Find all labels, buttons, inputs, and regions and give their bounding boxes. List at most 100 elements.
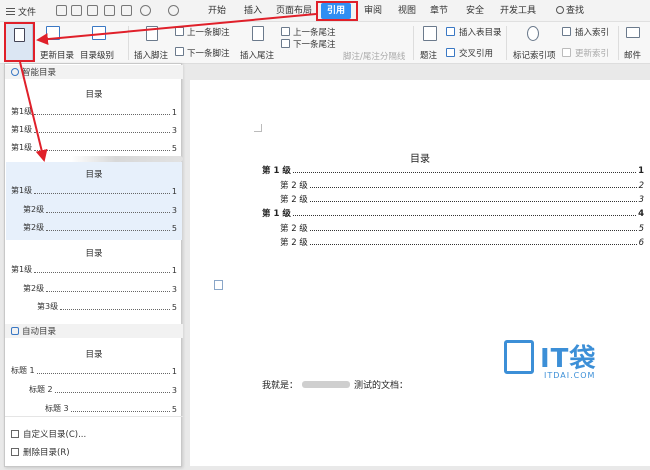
delete-toc-menu-item[interactable]: 删除目录(R) (11, 446, 70, 458)
insert-footnote-icon (146, 26, 158, 41)
update-index-icon (562, 48, 571, 57)
footnote-separator-button[interactable]: 脚注/尾注分隔线 (343, 50, 405, 62)
open-folder-icon[interactable] (56, 5, 67, 16)
tab-insert[interactable]: 插入 (244, 4, 262, 18)
doc-toc-line[interactable]: 第 2 级6 (280, 236, 644, 248)
smart-toc-header: 智能目录 (5, 65, 183, 79)
toc-style-3-line[interactable]: 第3级 5 (37, 302, 177, 312)
toc-highlight-frame (4, 22, 35, 62)
toc-level-icon (92, 26, 106, 40)
toc-style-3-line[interactable]: 第1级 1 (11, 265, 177, 275)
doc-toc-line[interactable]: 第 2 级2 (280, 179, 644, 191)
doc-toc-line[interactable]: 第 1 级1 (262, 164, 644, 176)
update-toc-icon (46, 26, 60, 40)
toc-style-1-line[interactable]: 第1级 3 (11, 125, 177, 135)
custom-toc-label: 自定义目录(C)... (23, 430, 87, 440)
mark-index-icon (527, 26, 539, 41)
paste-options-icon[interactable] (214, 280, 223, 290)
undo-icon[interactable] (140, 5, 151, 16)
insert-endnote-button[interactable]: 插入尾注 (240, 49, 274, 61)
mark-index-button[interactable]: 标记索引项 (513, 49, 556, 61)
toc-style-2-line[interactable]: 第1级 1 (11, 186, 177, 196)
toc-level-button[interactable]: 目录级别 (80, 49, 114, 61)
document-page[interactable]: 目录 第 1 级1 第 2 级2 第 2 级3 第 1 级4 第 2 级5 第 … (190, 80, 650, 466)
insert-endnote-icon (252, 26, 264, 41)
prev-endnote-button[interactable]: 上一条尾注 (293, 26, 336, 38)
next-endnote-button[interactable]: 下一条尾注 (293, 38, 336, 50)
toc-style-4-line[interactable]: 标题 23 (29, 385, 177, 395)
mail-icon (626, 27, 640, 38)
next-footnote-button[interactable]: 下一条脚注 (187, 47, 230, 59)
save-icon[interactable] (71, 5, 82, 16)
tab-review[interactable]: 审阅 (364, 4, 382, 18)
cross-reference-button[interactable]: 交叉引用 (459, 47, 493, 59)
delete-toc-icon (11, 448, 19, 456)
file-menu-label: 文件 (18, 7, 37, 18)
next-endnote-icon (281, 39, 290, 48)
file-menu[interactable]: 文件 (6, 4, 36, 18)
search-label: 查找 (566, 6, 585, 16)
auto-toc-icon (11, 327, 19, 335)
toc-style-3-title: 目录 (85, 249, 103, 259)
blurred-name (302, 381, 351, 388)
auto-toc-label: 自动目录 (22, 327, 57, 337)
tab-highlight-frame (316, 1, 358, 21)
watermark-logo-shape (504, 340, 534, 374)
redo-icon[interactable] (168, 5, 179, 16)
toc-style-1-title: 目录 (85, 90, 103, 100)
toc-style-1-line[interactable]: 第1级 5 (11, 143, 177, 153)
update-index-button[interactable]: 更新索引 (575, 47, 609, 59)
mail-button[interactable]: 邮件 (624, 49, 641, 61)
toc-style-4-line[interactable]: 标题 11 (11, 366, 177, 376)
toc-style-4-title: 目录 (85, 350, 103, 360)
update-toc-button[interactable]: 更新目录 (40, 49, 74, 61)
page-corner-mark (254, 124, 262, 132)
search-icon (556, 6, 564, 14)
print-icon[interactable] (104, 5, 115, 16)
insert-index-button[interactable]: 插入索引 (575, 26, 609, 38)
insert-table-toc-icon (446, 27, 455, 36)
prev-footnote-icon (175, 27, 184, 36)
watermark-logo-text: IT袋 (540, 344, 597, 374)
tab-chapter[interactable]: 章节 (430, 4, 448, 18)
toc-style-2-line[interactable]: 第2级 3 (23, 205, 177, 215)
tab-home[interactable]: 开始 (208, 4, 226, 18)
toc-style-2-title: 目录 (85, 170, 103, 180)
itdai-watermark: IT袋 ITDAI.COM (504, 338, 624, 384)
print-preview-icon[interactable] (121, 5, 132, 16)
doc-toc-line[interactable]: 第 2 级5 (280, 222, 644, 234)
custom-toc-icon (11, 430, 19, 438)
next-footnote-icon (175, 47, 184, 56)
tab-page-layout[interactable]: 页面布局 (276, 4, 312, 18)
insert-footnote-button[interactable]: 插入脚注 (134, 49, 168, 61)
toc-style-3-line[interactable]: 第2级 3 (23, 284, 177, 294)
toc-style-1-line[interactable]: 第1级 1 (11, 107, 177, 117)
toc-style-4-line[interactable]: 标题 35 (45, 404, 177, 414)
caption-icon (423, 26, 437, 41)
format-painter-icon[interactable] (87, 5, 98, 16)
insert-table-toc-button[interactable]: 插入表目录 (459, 26, 502, 38)
insert-index-icon (562, 27, 571, 36)
hamburger-icon (6, 7, 15, 15)
custom-toc-menu-item[interactable]: 自定义目录(C)... (11, 428, 86, 440)
doc-toc-line[interactable]: 第 1 级4 (262, 207, 644, 219)
toc-dropdown-panel: 智能目录 目录 第1级 1 第1级 3 第1级 5 目录 第1级 1 第2级 3 第2级 5… (4, 63, 183, 467)
doc-toc-title: 目录 (410, 154, 430, 165)
tab-developer[interactable]: 开发工具 (500, 4, 536, 18)
search-button[interactable]: 查找 (556, 4, 584, 18)
ribbon: 目录 更新目录 目录级别 插入脚注 上一条脚注 下一条脚注 插入尾注 上一条尾注… (0, 22, 650, 64)
smart-toc-icon (11, 68, 19, 76)
prev-footnote-button[interactable]: 上一条脚注 (187, 26, 230, 38)
delete-toc-label: 删除目录(R) (23, 448, 70, 458)
doc-body-text[interactable]: 我就是： 测试的文档： (262, 378, 408, 391)
doc-toc-line[interactable]: 第 2 级3 (280, 193, 644, 205)
caption-button[interactable]: 题注 (420, 49, 437, 61)
prev-endnote-icon (281, 27, 290, 36)
watermark-url: ITDAI.COM (544, 371, 596, 380)
tab-view[interactable]: 视图 (398, 4, 416, 18)
toc-style-2-line[interactable]: 第2级 5 (23, 223, 177, 233)
smart-toc-label: 智能目录 (22, 68, 57, 78)
tab-security[interactable]: 安全 (466, 4, 484, 18)
auto-toc-header: 自动目录 (5, 324, 183, 338)
cross-reference-icon (446, 48, 455, 57)
